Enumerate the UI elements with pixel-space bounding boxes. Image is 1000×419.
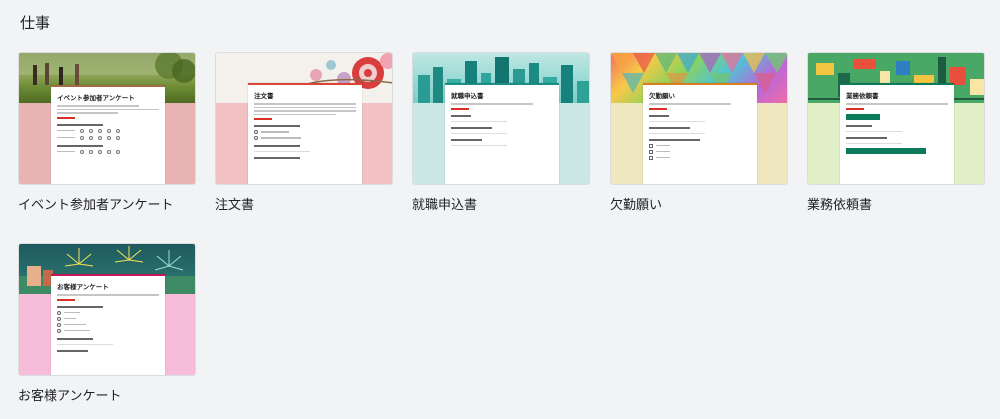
- template-tile-absence-request[interactable]: 欠勤願い 欠勤願い: [610, 52, 788, 213]
- template-thumbnail[interactable]: お客様アンケート: [18, 243, 196, 376]
- template-thumbnail[interactable]: 注文書: [215, 52, 393, 185]
- form-preview-card: 注文書: [248, 83, 362, 184]
- section-title: 仕事: [20, 14, 51, 32]
- template-thumbnail[interactable]: 業務依頼書: [807, 52, 985, 185]
- template-label[interactable]: 業務依頼書: [807, 194, 985, 213]
- template-label[interactable]: イベント参加者アンケート: [18, 194, 196, 213]
- template-tile-job-application[interactable]: 就職申込書 就職申込書: [412, 52, 590, 213]
- form-preview-card: イベント参加者アンケート: [51, 85, 165, 184]
- form-preview-card: 欠勤願い: [643, 83, 757, 184]
- template-tile-work-request[interactable]: 業務依頼書 業務依頼書: [807, 52, 985, 213]
- template-tile-event-survey[interactable]: イベント参加者アンケート イベント参加者アンケート: [18, 52, 196, 213]
- form-preview-card: 就職申込書: [445, 83, 559, 184]
- template-label[interactable]: お客様アンケート: [18, 385, 196, 404]
- template-label[interactable]: 欠勤願い: [610, 194, 788, 213]
- template-thumbnail[interactable]: 就職申込書: [412, 52, 590, 185]
- template-tile-order-form[interactable]: 注文書 注文書: [215, 52, 393, 213]
- template-thumbnail[interactable]: 欠勤願い: [610, 52, 788, 185]
- template-tile-customer-survey[interactable]: お客様アンケート お客様アンケート: [18, 243, 196, 404]
- template-label[interactable]: 注文書: [215, 194, 393, 213]
- template-label[interactable]: 就職申込書: [412, 194, 590, 213]
- form-preview-card: お客様アンケート: [51, 274, 165, 375]
- form-preview-card: 業務依頼書: [840, 83, 954, 184]
- template-thumbnail[interactable]: イベント参加者アンケート: [18, 52, 196, 185]
